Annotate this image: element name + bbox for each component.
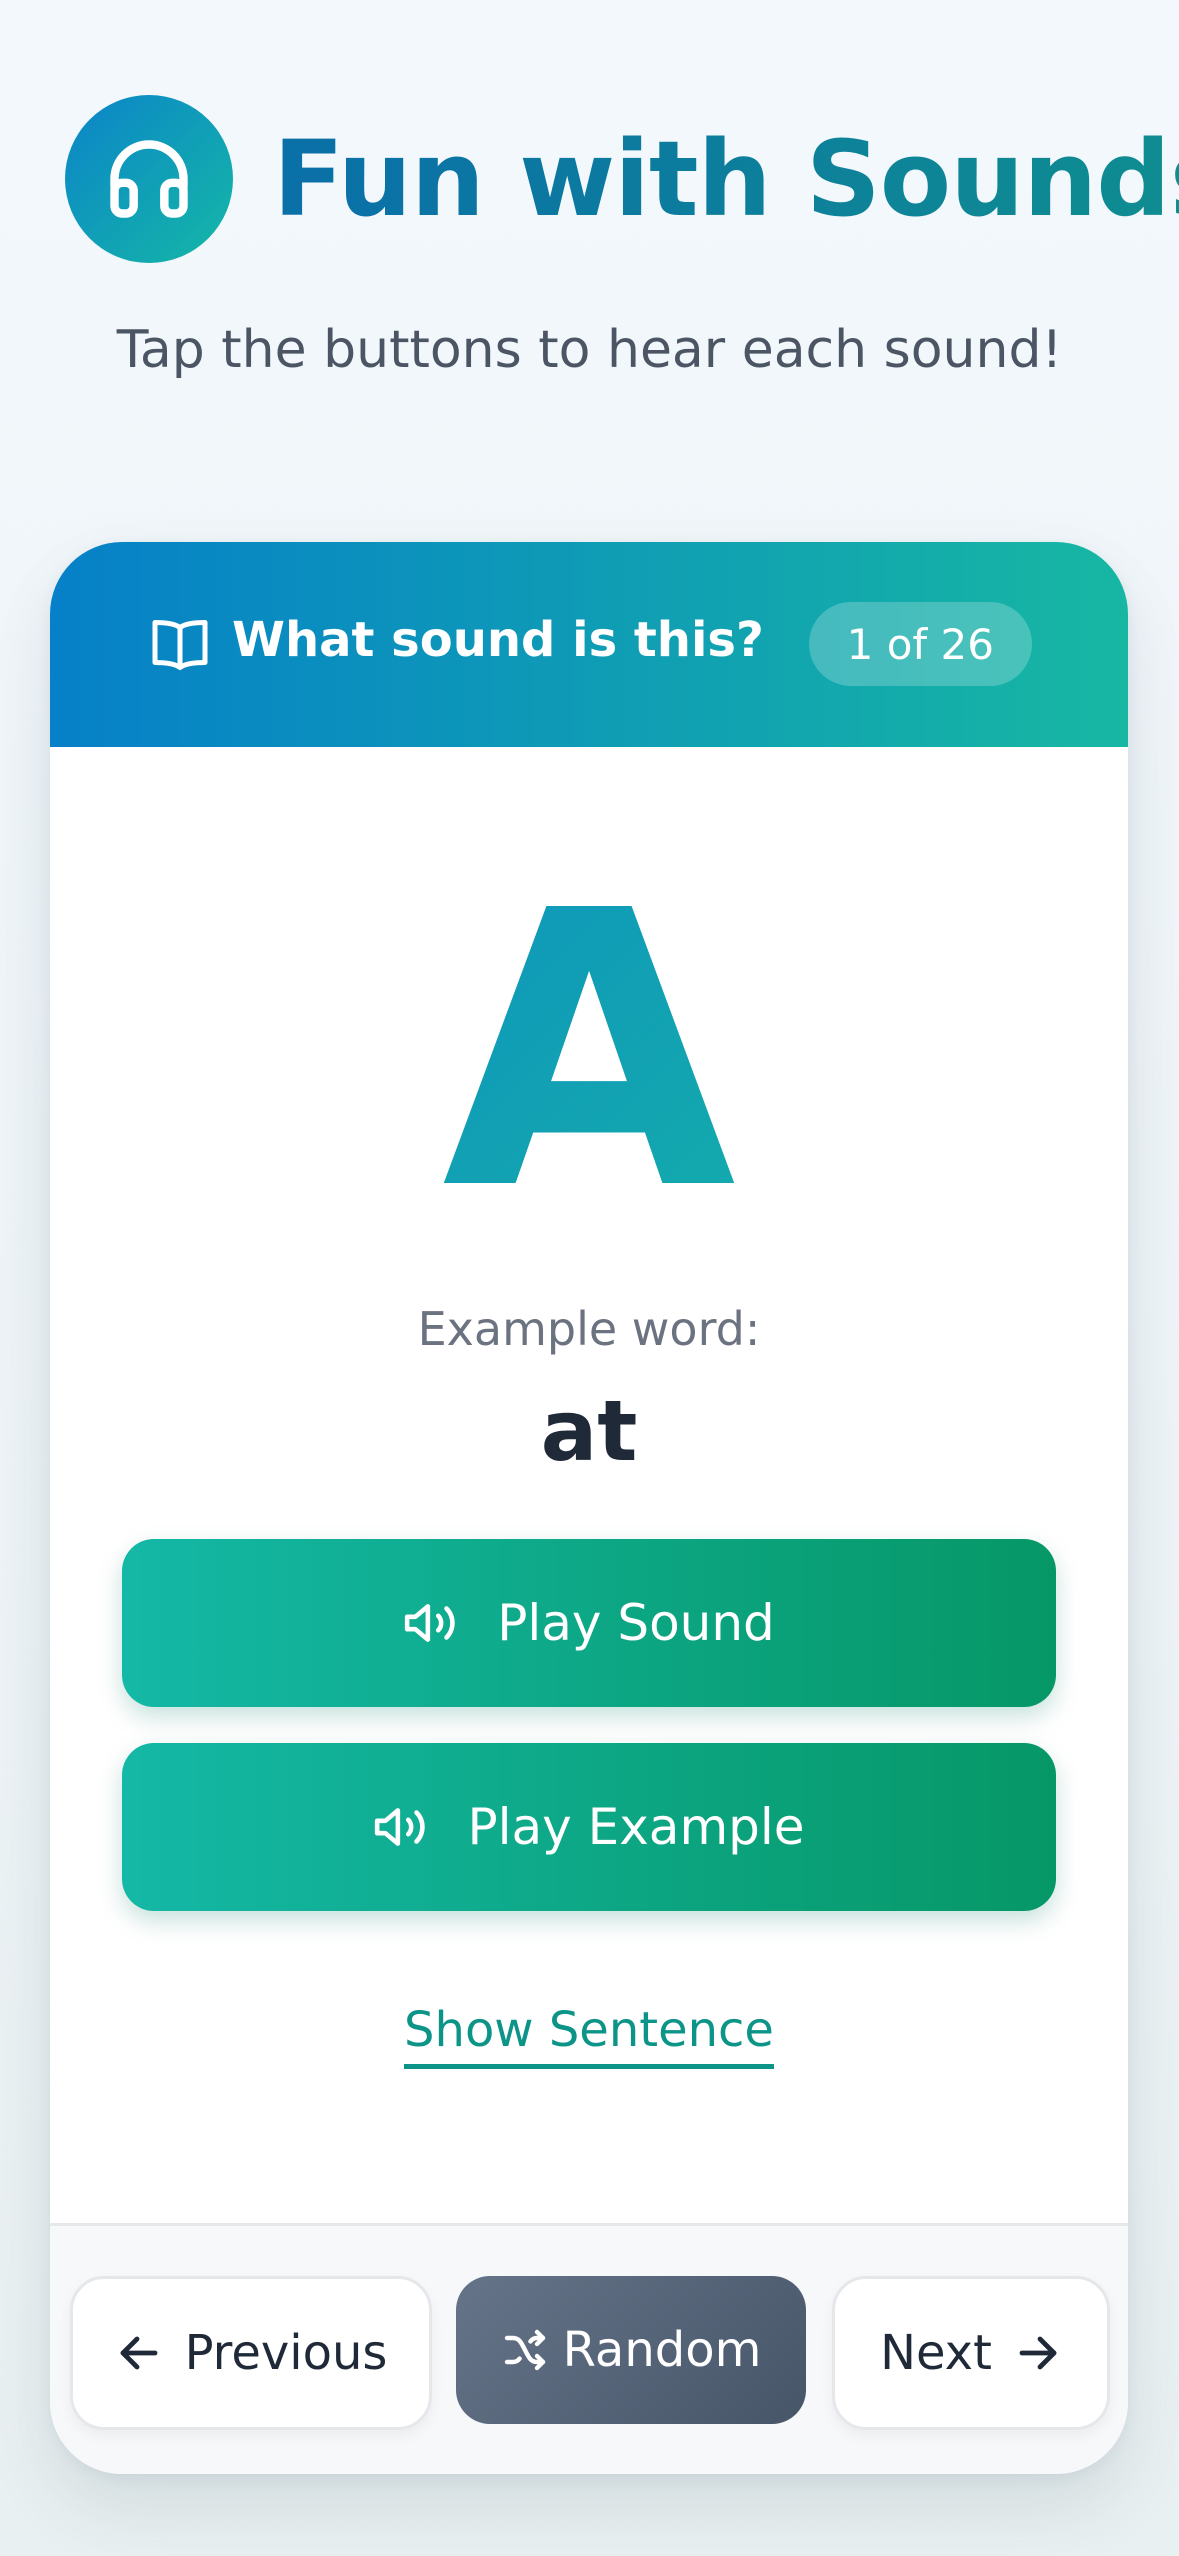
play-sound-button[interactable]: Play Sound xyxy=(122,1539,1056,1707)
arrow-right-icon xyxy=(1019,2336,1057,2370)
speaker-icon xyxy=(375,1808,426,1846)
shuffle-icon xyxy=(504,2329,545,2371)
page-subtitle: Tap the buttons to hear each sound! xyxy=(116,320,1063,380)
progress-counter: 1 of 26 xyxy=(808,602,1032,686)
card-footer-nav: Previous Random Next xyxy=(50,2223,1128,2474)
title-row: Fun with Sounds xyxy=(65,95,1179,263)
next-button[interactable]: Next xyxy=(832,2276,1110,2430)
play-example-label: Play Example xyxy=(467,1798,805,1856)
example-word-label: Example word: xyxy=(417,1302,761,1356)
random-button[interactable]: Random xyxy=(456,2276,806,2424)
previous-button[interactable]: Previous xyxy=(70,2276,432,2430)
play-sound-label: Play Sound xyxy=(497,1594,775,1652)
random-label: Random xyxy=(562,2322,762,2378)
show-sentence-link[interactable]: Show Sentence xyxy=(404,2002,774,2069)
current-letter: A xyxy=(50,862,1128,1242)
page-title: Fun with Sounds xyxy=(273,127,1179,231)
card-header: What sound is this? 1 of 26 xyxy=(50,542,1128,747)
next-label: Next xyxy=(880,2325,992,2381)
previous-label: Previous xyxy=(184,2325,388,2381)
play-example-button[interactable]: Play Example xyxy=(122,1743,1056,1911)
speaker-icon xyxy=(405,1604,455,1642)
show-sentence-row: Show Sentence xyxy=(50,2002,1128,2069)
sound-card: What sound is this? 1 of 26 A Example wo… xyxy=(50,542,1128,2474)
headphones-icon xyxy=(65,95,233,263)
card-header-title: What sound is this? xyxy=(232,612,764,668)
example-word: at xyxy=(540,1382,638,1480)
arrow-left-icon xyxy=(120,2336,157,2370)
book-icon xyxy=(152,620,208,670)
